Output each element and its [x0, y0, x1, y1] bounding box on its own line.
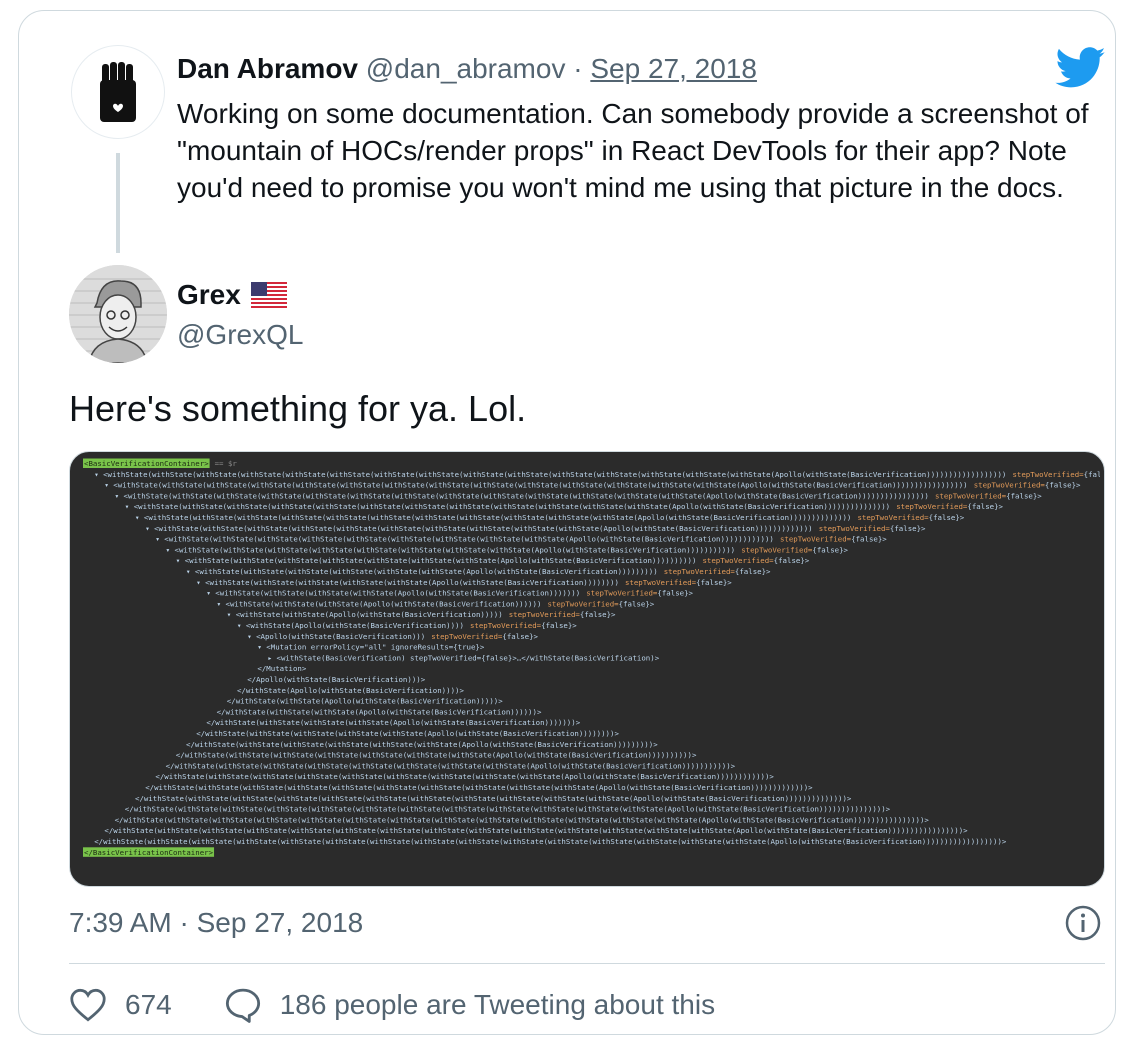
devtools-component-tree: <BasicVerificationContainer> == $r ▾ <with… — [83, 458, 1100, 857]
tree-node-prop-value[interactable]: {false}> — [929, 513, 965, 522]
tree-node-prop-value[interactable]: {false}> — [735, 567, 771, 576]
tree-node-prop-value[interactable]: {false}> — [774, 556, 810, 565]
tree-node-prop[interactable]: stepTwoVerified= — [974, 481, 1046, 490]
tree-node-prop[interactable]: stepTwoVerified= — [857, 513, 929, 522]
like-count: 674 — [125, 989, 172, 1020]
tree-node-prop[interactable]: stepTwoVerified= — [586, 589, 658, 598]
quoted-tweet-text: Working on some documentation. Can someb… — [177, 98, 1089, 203]
tree-node-prop[interactable]: stepTwoVerified= — [896, 502, 968, 511]
tree-node-open[interactable]: ▾ <withState(withState(withState(withSta… — [104, 481, 967, 490]
tree-node-prop-value[interactable]: {false}> — [967, 502, 1003, 511]
speech-bubble-icon — [225, 988, 260, 1023]
tweeting-about-text: 186 people are Tweeting about this — [279, 989, 716, 1020]
tree-node-close[interactable]: </withState(withState(withState(withStat… — [196, 729, 619, 738]
grex-avatar[interactable] — [69, 265, 167, 363]
tree-node-prop-value[interactable]: {false}> — [890, 524, 926, 533]
tree-node-open[interactable]: ▾ <withState(withState(withState(withSta… — [186, 567, 658, 576]
reply-author-handle[interactable]: @GrexQL — [177, 317, 303, 353]
tree-node-prop-value[interactable]: {false}> — [619, 599, 655, 608]
tree-node-close[interactable]: </withState(withState(Apollo(withState(B… — [227, 697, 503, 706]
tweet-timestamp[interactable]: 7:39 AM · Sep 27, 2018 — [69, 905, 363, 941]
quoted-tweet-date-link[interactable]: Sep 27, 2018 — [590, 53, 757, 84]
info-icon[interactable] — [1065, 905, 1101, 941]
tree-node-close[interactable]: </withState(withState(withState(withStat… — [145, 783, 813, 792]
tree-node-close[interactable]: </withState(withState(withState(withStat… — [206, 718, 580, 727]
tree-node-close[interactable]: </Apollo(withState(BasicVerification)))> — [247, 675, 426, 684]
tree-node-prop[interactable]: stepTwoVerified= — [702, 556, 774, 565]
dollar-r-marker[interactable]: == $r — [215, 459, 238, 468]
tree-node-prop[interactable]: stepTwoVerified= — [741, 545, 813, 554]
tree-node-close[interactable]: </withState(withState(withState(withStat… — [104, 826, 968, 835]
quoted-tweet-header: Dan Abramov @dan_abramov · Sep 27, 2018 — [177, 51, 757, 87]
tree-node-prop-value[interactable]: {false}> — [812, 545, 848, 554]
tweet-actions: 674 186 people are Tweeting about this — [69, 985, 715, 1025]
tree-node-prop-value[interactable]: {false}> — [580, 610, 616, 619]
reply-conversation-action[interactable]: 186 people are Tweeting about this — [224, 987, 715, 1023]
tree-node-prop-value[interactable]: {false}> — [1084, 470, 1100, 479]
tree-node-prop-value[interactable]: {false}> — [1045, 481, 1081, 490]
tree-node-open[interactable]: ▾ <withState(withState(withState(withSta… — [155, 535, 774, 544]
quoted-author-handle[interactable]: @dan_abramov — [366, 53, 566, 84]
tree-node-prop-value[interactable]: {false}> — [541, 621, 577, 630]
tree-node-open[interactable]: ▾ <withState(withState(withState(withSta… — [94, 470, 1006, 479]
tree-node-open[interactable]: ▾ <Apollo(withState(BasicVerification))) — [247, 632, 425, 641]
tree-node-close[interactable]: </withState(Apollo(withState(BasicVerifi… — [237, 686, 464, 695]
tree-node-close[interactable]: </withState(withState(withState(withStat… — [176, 751, 697, 760]
tree-node-open[interactable]: ▾ <withState(withState(withState(withSta… — [145, 524, 812, 533]
tree-node-close[interactable]: </withState(withState(withState(withStat… — [94, 837, 1007, 846]
tree-node-prop-value[interactable]: {false}> — [657, 589, 693, 598]
reply-author-name[interactable]: Grex — [177, 277, 241, 313]
tree-node-open[interactable]: ▾ <withState(withState(withState(withSta… — [115, 491, 929, 500]
us-flag-icon — [250, 282, 287, 308]
bottom-container-tag[interactable]: </BasicVerificationContainer> — [84, 848, 214, 857]
tree-node-open[interactable]: ▾ <withState(withState(Apollo(withState(… — [227, 610, 503, 619]
twitter-bird-icon[interactable] — [1055, 47, 1107, 89]
tree-node-open[interactable]: ▾ <withState(withState(withState(withSta… — [125, 502, 890, 511]
dan-abramov-avatar[interactable] — [71, 45, 165, 139]
tree-node-prop[interactable]: stepTwoVerified= — [1012, 470, 1084, 479]
reply-author-name-row: Grex — [177, 277, 287, 313]
tree-node-open[interactable]: ▾ <withState(Apollo(withState(BasicVerif… — [237, 621, 464, 630]
mutation-close[interactable]: </Mutation> — [257, 664, 306, 673]
tree-node-open[interactable]: ▾ <withState(withState(withState(withSta… — [135, 513, 851, 522]
top-container-tag[interactable]: <BasicVerificationContainer> — [84, 459, 209, 468]
tree-node-close[interactable]: </withState(withState(withState(withStat… — [135, 794, 852, 803]
tree-node-prop[interactable]: stepTwoVerified= — [935, 491, 1007, 500]
tree-node-prop[interactable]: stepTwoVerified= — [509, 610, 581, 619]
tree-node-close[interactable]: </withState(withState(withState(Apollo(w… — [217, 707, 542, 716]
devtools-screenshot[interactable]: <BasicVerificationContainer> == $r ▾ <with… — [69, 451, 1105, 887]
actions-divider — [69, 963, 1105, 964]
heart-icon — [70, 988, 106, 1022]
tree-node-prop-value[interactable]: {false}> — [1006, 491, 1042, 500]
header-separator: · — [573, 53, 583, 84]
inner-node[interactable]: ▸ <withState(BasicVerification) stepTwoV… — [268, 653, 660, 662]
tree-node-close[interactable]: </withState(withState(withState(withStat… — [155, 772, 774, 781]
tree-node-prop-value[interactable]: {false}> — [696, 578, 732, 587]
tree-node-close[interactable]: </withState(withState(withState(withStat… — [166, 761, 736, 770]
reply-tweet-text: Here's something for ya. Lol. — [69, 388, 527, 429]
tree-node-prop[interactable]: stepTwoVerified= — [780, 535, 852, 544]
tree-node-open[interactable]: ▾ <withState(withState(withState(withSta… — [196, 578, 619, 587]
like-action[interactable]: 674 — [69, 988, 172, 1022]
tree-node-prop[interactable]: stepTwoVerified= — [819, 524, 891, 533]
thread-connector-line — [116, 153, 120, 253]
tree-node-close[interactable]: </withState(withState(withState(withStat… — [125, 805, 891, 814]
tree-node-prop[interactable]: stepTwoVerified= — [664, 567, 736, 576]
raised-fist-icon — [100, 62, 136, 122]
quoted-author-name[interactable]: Dan Abramov — [177, 53, 358, 84]
tree-node-prop-value[interactable]: {false}> — [502, 632, 538, 641]
tree-node-open[interactable]: ▾ <withState(withState(withState(withSta… — [206, 589, 580, 598]
tree-node-prop[interactable]: stepTwoVerified= — [470, 621, 542, 630]
tree-node-prop[interactable]: stepTwoVerified= — [625, 578, 697, 587]
tree-node-close[interactable]: </withState(withState(withState(withStat… — [186, 740, 658, 749]
tweet-card: Dan Abramov @dan_abramov · Sep 27, 2018 … — [18, 10, 1116, 1035]
tree-node-open[interactable]: ▾ <withState(withState(withState(withSta… — [176, 556, 697, 565]
tree-node-prop[interactable]: stepTwoVerified= — [547, 599, 619, 608]
tree-node-close[interactable]: </withState(withState(withState(withStat… — [115, 815, 930, 824]
mutation-node[interactable]: ▾ <Mutation errorPolicy="all" ignoreResu… — [257, 643, 484, 652]
tree-node-open[interactable]: ▾ <withState(withState(withState(Apollo(… — [217, 599, 542, 608]
tree-node-open[interactable]: ▾ <withState(withState(withState(withSta… — [166, 545, 736, 554]
tree-node-prop-value[interactable]: {false}> — [851, 535, 887, 544]
tree-node-prop[interactable]: stepTwoVerified= — [431, 632, 503, 641]
